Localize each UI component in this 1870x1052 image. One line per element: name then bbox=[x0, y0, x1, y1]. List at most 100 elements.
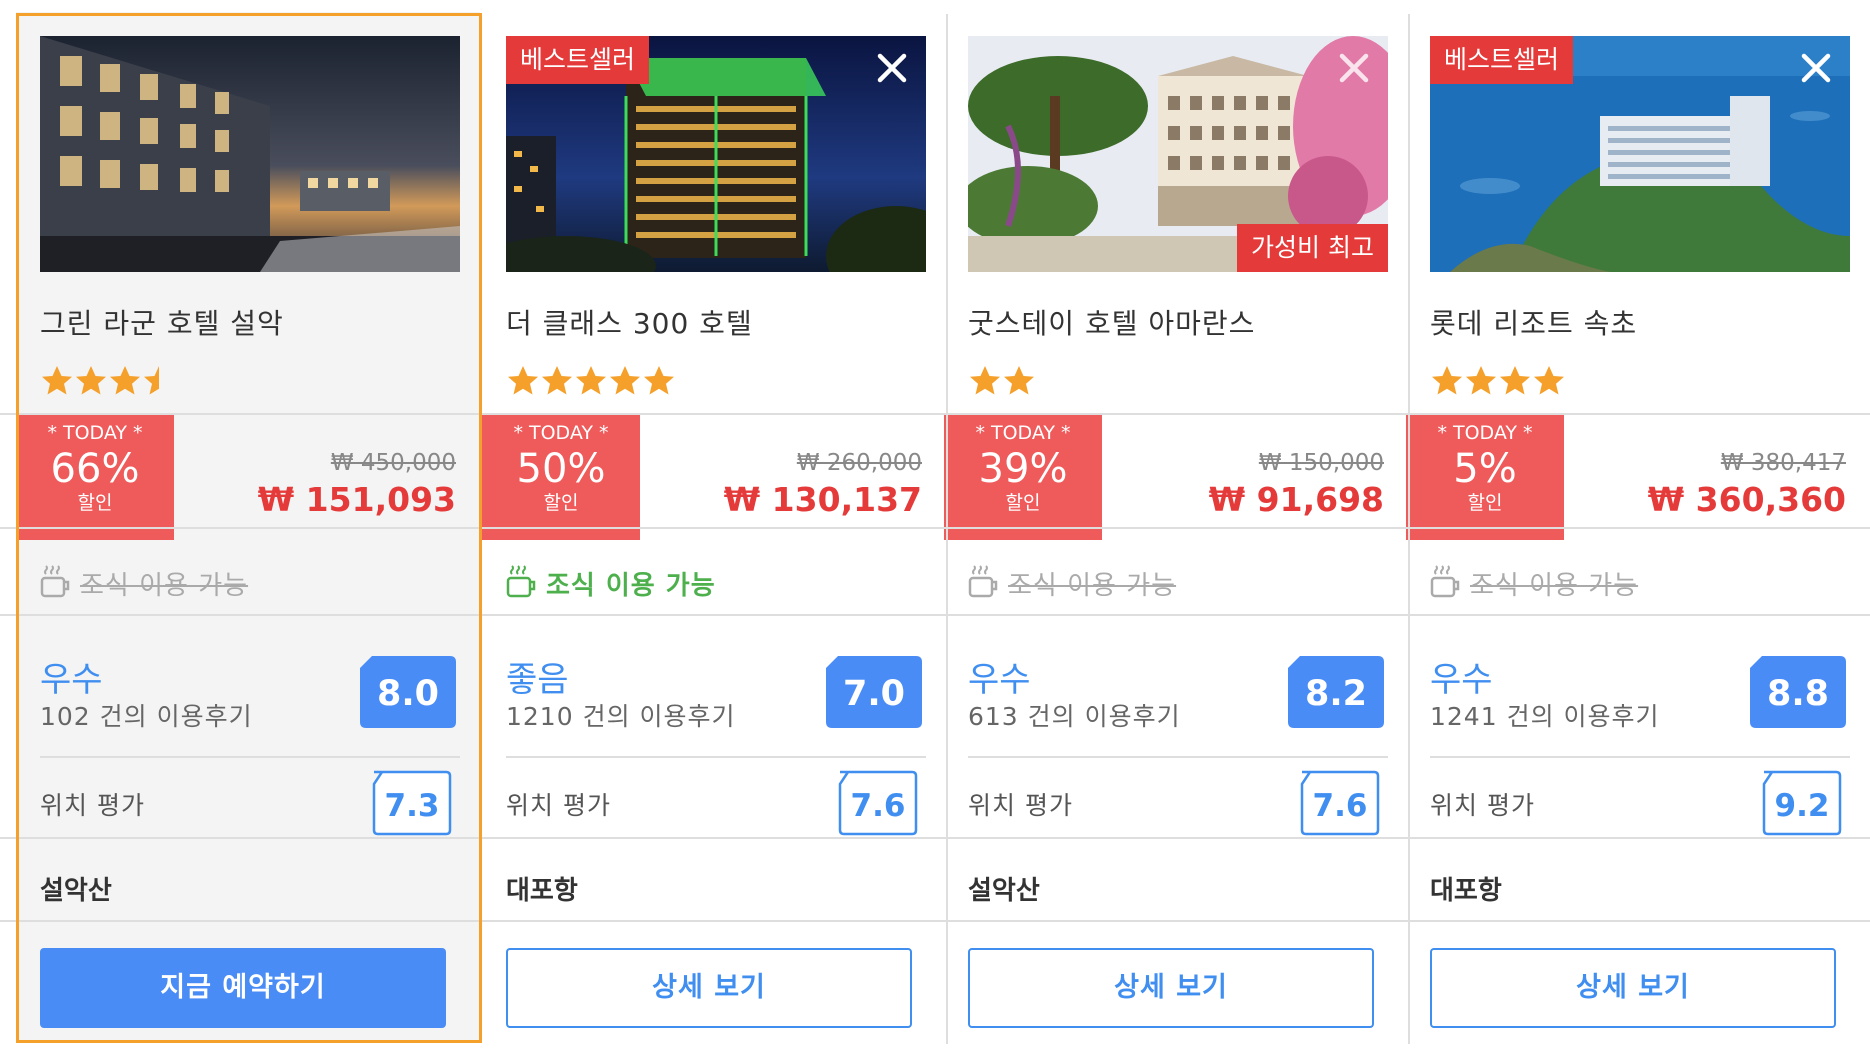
original-price: ₩ 260,000 bbox=[796, 450, 922, 476]
hotel-area: 설악산 bbox=[968, 876, 1040, 906]
star-icon bbox=[1432, 366, 1462, 395]
review-count[interactable]: 1241 건의 이용후기 bbox=[1430, 697, 1660, 733]
location-score: 9.2 bbox=[1774, 788, 1830, 824]
location-rating-label: 위치 평가 bbox=[968, 791, 1073, 820]
star-icon bbox=[970, 366, 1000, 395]
location-score-badge: 7.3 bbox=[372, 770, 452, 836]
sale-price: ₩ 360,360 bbox=[1647, 480, 1846, 519]
column-divider bbox=[1408, 14, 1410, 1044]
star-rating bbox=[506, 364, 676, 398]
review-count[interactable]: 102 건의 이용후기 bbox=[40, 697, 253, 733]
hotel-area: 대포항 bbox=[1430, 876, 1502, 906]
hotel-photo[interactable] bbox=[40, 36, 460, 272]
half-star-icon bbox=[144, 366, 159, 395]
close-icon[interactable] bbox=[1334, 48, 1374, 88]
breakfast-info: 조식 이용 가능 bbox=[968, 560, 1176, 606]
view-details-button[interactable]: 상세 보기 bbox=[506, 948, 912, 1028]
breakfast-text: 조식 이용 가능 bbox=[1470, 570, 1639, 601]
column-divider bbox=[946, 14, 948, 1044]
location-score: 7.6 bbox=[850, 788, 906, 824]
breakfast-info: 조식 이용 가능 bbox=[1430, 560, 1638, 606]
star-icon bbox=[1004, 366, 1034, 395]
review-score-badge: 7.0 bbox=[826, 656, 922, 728]
location-rating-label: 위치 평가 bbox=[40, 791, 145, 820]
hotel-photo-image bbox=[40, 36, 460, 272]
location-rating-label: 위치 평가 bbox=[506, 791, 611, 820]
hotel-photo[interactable]: 베스트셀러 bbox=[506, 36, 926, 272]
hotel-area: 대포항 bbox=[506, 876, 578, 906]
bestseller-badge: 베스트셀러 bbox=[506, 36, 650, 84]
star-icon bbox=[42, 366, 72, 395]
book-now-button[interactable]: 지금 예약하기 bbox=[40, 948, 446, 1028]
hotel-name[interactable]: 굿스테이 호텔 아마란스 bbox=[968, 302, 1255, 342]
divider bbox=[968, 756, 1388, 758]
coffee-cup-icon bbox=[1430, 564, 1462, 602]
breakfast-info: 조식 이용 가능 bbox=[506, 560, 716, 606]
stars-svg bbox=[1432, 366, 1564, 395]
bestseller-badge: 베스트셀러 bbox=[1430, 36, 1574, 84]
star-icon bbox=[1534, 366, 1564, 395]
star-rating bbox=[1430, 364, 1566, 398]
star-icon bbox=[508, 366, 538, 395]
today-discount-badge: * TODAY * 66% 할인 bbox=[16, 414, 174, 540]
review-count[interactable]: 1210 건의 이용후기 bbox=[506, 697, 736, 733]
today-discount-badge: * TODAY * 50% 할인 bbox=[482, 414, 640, 540]
divider bbox=[40, 756, 460, 758]
breakfast-info: 조식 이용 가능 bbox=[40, 560, 248, 606]
stars-svg bbox=[508, 366, 674, 395]
star-icon bbox=[1466, 366, 1496, 395]
row-divider bbox=[0, 413, 1870, 415]
discount-label: 할인 bbox=[1005, 492, 1041, 514]
hotel-photo[interactable]: 베스트셀러 bbox=[1430, 36, 1850, 272]
today-label: * TODAY * bbox=[513, 422, 609, 444]
hotel-name[interactable]: 롯데 리조트 속초 bbox=[1430, 302, 1637, 342]
star-icon bbox=[76, 366, 106, 395]
sale-price: ₩ 91,698 bbox=[1208, 480, 1384, 519]
today-label: * TODAY * bbox=[975, 422, 1071, 444]
stars-svg bbox=[42, 366, 159, 395]
review-score: 8.8 bbox=[1766, 674, 1829, 714]
discount-label: 할인 bbox=[1467, 492, 1503, 514]
review-score: 7.0 bbox=[842, 674, 905, 714]
star-icon bbox=[644, 366, 674, 395]
divider bbox=[1430, 756, 1850, 758]
stars-svg bbox=[970, 366, 1034, 395]
review-score-badge: 8.0 bbox=[360, 656, 456, 728]
star-icon bbox=[110, 366, 140, 395]
review-grade: 우수 bbox=[40, 660, 103, 700]
review-count[interactable]: 613 건의 이용후기 bbox=[968, 697, 1181, 733]
discount-percent: 66% bbox=[50, 446, 140, 492]
review-score-badge: 8.8 bbox=[1750, 656, 1846, 728]
star-icon bbox=[1500, 366, 1530, 395]
location-score: 7.6 bbox=[1312, 788, 1368, 824]
review-score: 8.2 bbox=[1304, 674, 1367, 714]
hotel-name[interactable]: 그린 라군 호텔 설악 bbox=[40, 302, 284, 342]
hotel-area: 설악산 bbox=[40, 876, 112, 906]
row-divider bbox=[0, 920, 1870, 922]
breakfast-text: 조식 이용 가능 bbox=[80, 570, 249, 601]
row-divider bbox=[0, 837, 1870, 839]
star-icon bbox=[576, 366, 606, 395]
today-discount-badge: * TODAY * 5% 할인 bbox=[1406, 414, 1564, 540]
today-label: * TODAY * bbox=[1437, 422, 1533, 444]
discount-percent: 39% bbox=[978, 446, 1068, 492]
hotel-name[interactable]: 더 클래스 300 호텔 bbox=[506, 302, 753, 342]
close-icon[interactable] bbox=[1796, 48, 1836, 88]
divider bbox=[506, 756, 926, 758]
view-details-button[interactable]: 상세 보기 bbox=[1430, 948, 1836, 1028]
review-grade: 우수 bbox=[968, 660, 1031, 700]
review-grade: 좋음 bbox=[506, 660, 569, 700]
star-rating bbox=[968, 364, 1036, 398]
sale-price: ₩ 151,093 bbox=[257, 480, 456, 519]
coffee-cup-icon bbox=[506, 564, 538, 602]
original-price: ₩ 380,417 bbox=[1720, 450, 1846, 476]
close-icon[interactable] bbox=[872, 48, 912, 88]
location-score-badge: 7.6 bbox=[838, 770, 918, 836]
view-details-button[interactable]: 상세 보기 bbox=[968, 948, 1374, 1028]
breakfast-text: 조식 이용 가능 bbox=[1008, 570, 1177, 601]
hotel-photo[interactable]: 가성비 최고 bbox=[968, 36, 1388, 272]
breakfast-text: 조식 이용 가능 bbox=[546, 570, 716, 601]
sale-price: ₩ 130,137 bbox=[723, 480, 922, 519]
location-rating-label: 위치 평가 bbox=[1430, 791, 1535, 820]
hotel-comparison-grid: 그린 라군 호텔 설악 * TODAY * 66% 할인 ₩ 450,000 ₩… bbox=[0, 0, 1870, 1052]
